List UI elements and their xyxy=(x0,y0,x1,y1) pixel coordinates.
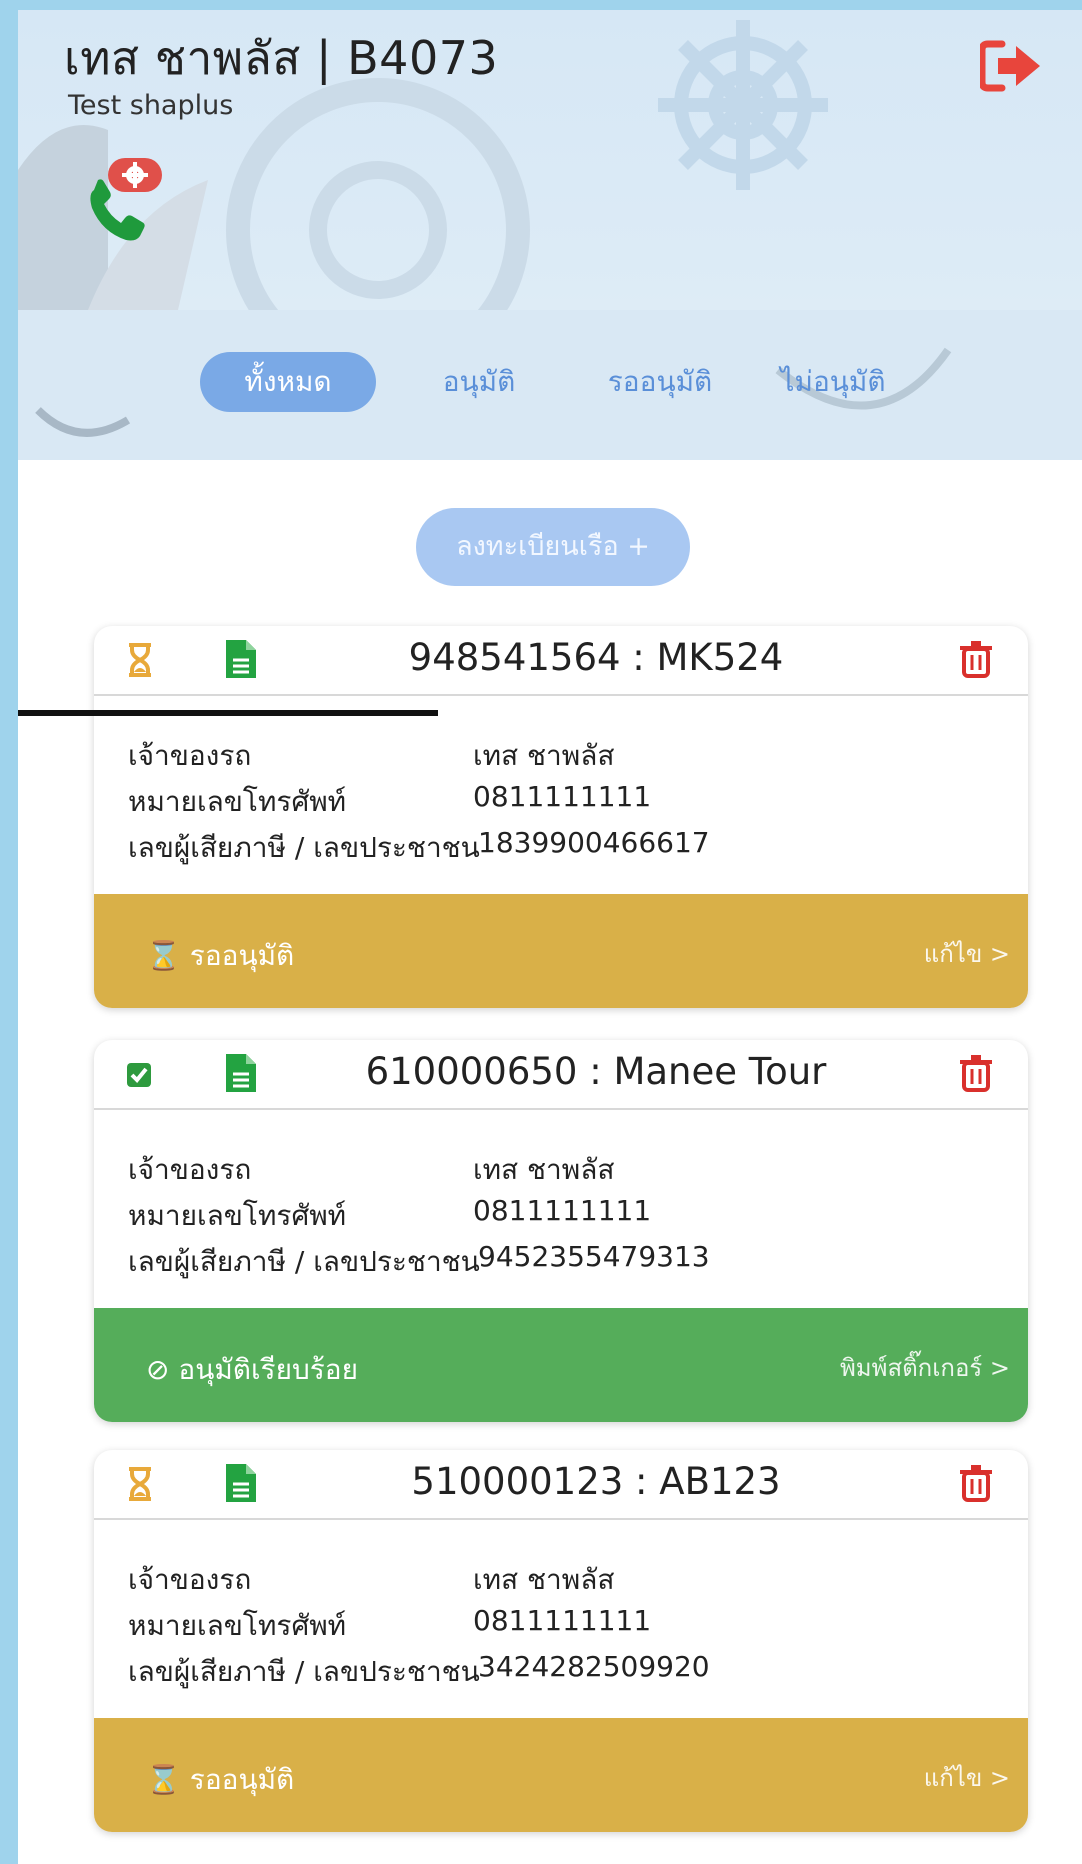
owner-label: เจ้าของรถ xyxy=(128,1563,252,1596)
hourglass-icon xyxy=(129,643,151,677)
status-label: รออนุมัติ xyxy=(189,939,295,972)
phone-value: 0811111111 xyxy=(473,1604,652,1637)
boat-card: 510000123 : AB123 เจ้าของรถ เทส ชาพลัส หม… xyxy=(94,1450,1028,1832)
boat-id: 610000650 : Manee Tour xyxy=(365,1050,827,1093)
status-pending: ⌛ รออนุมัติ xyxy=(146,1758,294,1802)
phone-label: หมายเลขโทรศัพท์ xyxy=(128,1609,347,1642)
hourglass-icon xyxy=(129,1467,151,1501)
card-header: 510000123 : AB123 xyxy=(94,1450,1028,1520)
owner-value: เทส ชาพลัส xyxy=(473,1153,615,1186)
filter-tabs: ทั้งหมด อนุมัติ รออนุมัติ ไม่อนุมัติ xyxy=(18,344,1082,414)
owner-value: เทส ชาพลัส xyxy=(473,739,615,772)
tab-approved[interactable]: อนุมัติ xyxy=(414,352,544,412)
tax-id-value: 1839900466617 xyxy=(478,826,710,859)
tab-rejected[interactable]: ไม่อนุมัติ xyxy=(758,352,908,412)
owner-value: เทส ชาพลัส xyxy=(473,1563,615,1596)
edit-link[interactable]: แก้ไข > xyxy=(924,1758,1010,1797)
phone-value: 0811111111 xyxy=(473,780,652,813)
boat-card: 610000650 : Manee Tour เจ้าของรถ เทส ชาพล… xyxy=(94,1040,1028,1422)
print-sticker-link[interactable]: พิมพ์สติ๊กเกอร์ > xyxy=(840,1348,1010,1387)
boat-id: 510000123 : AB123 xyxy=(411,1460,781,1503)
edit-link[interactable]: แก้ไข > xyxy=(924,934,1010,973)
status-label: อนุมัติเรียบร้อย xyxy=(178,1353,359,1386)
header-banner: เทส ชาพลัส | B4073 Test shaplus ทั้งหมด … xyxy=(18,10,1082,460)
check-circle-icon: ⊘ xyxy=(146,1353,170,1386)
checkbox-checked-icon xyxy=(127,1063,151,1087)
hourglass-icon: ⌛ xyxy=(146,1763,181,1796)
owner-label: เจ้าของรถ xyxy=(128,1153,252,1186)
page-subtitle: Test shaplus xyxy=(68,90,234,121)
register-boat-button[interactable]: ลงทะเบียนเรือ + xyxy=(416,508,690,586)
status-bar: ⊘ อนุมัติเรียบร้อย พิมพ์สติ๊กเกอร์ > xyxy=(94,1308,1028,1422)
status-approved: ⊘ อนุมัติเรียบร้อย xyxy=(146,1348,358,1392)
logout-icon[interactable] xyxy=(978,38,1042,94)
tax-id-label: เลขผู้เสียภาษี / เลขประชาชน xyxy=(128,1245,480,1278)
phone-value: 0811111111 xyxy=(473,1194,652,1227)
tax-id-value: 3424282509920 xyxy=(478,1650,710,1683)
tax-id-label: เลขผู้เสียภาษี / เลขประชาชน xyxy=(128,831,480,864)
gear-icon[interactable] xyxy=(108,158,162,192)
tab-pending[interactable]: รออนุมัติ xyxy=(580,352,740,412)
document-icon[interactable] xyxy=(224,1052,258,1094)
status-label: รออนุมัติ xyxy=(189,1763,295,1796)
tab-all[interactable]: ทั้งหมด xyxy=(200,352,376,412)
boat-card: 948541564 : MK524 เจ้าของรถ เทส ชาพลัส หม… xyxy=(94,626,1028,1008)
window-frame: เทส ชาพลัส | B4073 Test shaplus ทั้งหมด … xyxy=(0,0,1082,1864)
app-screen: เทส ชาพลัส | B4073 Test shaplus ทั้งหมด … xyxy=(18,10,1082,1864)
status-bar: ⌛ รออนุมัติ แก้ไข > xyxy=(94,1718,1028,1832)
owner-label: เจ้าของรถ xyxy=(128,739,252,772)
hourglass-icon: ⌛ xyxy=(146,939,181,972)
overlay-line xyxy=(18,710,438,716)
tax-id-value: 9452355479313 xyxy=(478,1240,710,1273)
trash-icon[interactable] xyxy=(960,1464,992,1502)
document-icon[interactable] xyxy=(224,1462,258,1504)
page-title: เทส ชาพลัส | B4073 xyxy=(64,31,499,85)
boat-id: 948541564 : MK524 xyxy=(408,636,784,679)
trash-icon[interactable] xyxy=(960,640,992,678)
card-header: 948541564 : MK524 xyxy=(94,626,1028,696)
status-pending: ⌛ รออนุมัติ xyxy=(146,934,294,978)
phone-label: หมายเลขโทรศัพท์ xyxy=(128,1199,347,1232)
document-icon[interactable] xyxy=(224,638,258,680)
status-bar: ⌛ รออนุมัติ แก้ไข > xyxy=(94,894,1028,1008)
tax-id-label: เลขผู้เสียภาษี / เลขประชาชน xyxy=(128,1655,480,1688)
card-header: 610000650 : Manee Tour xyxy=(94,1040,1028,1110)
trash-icon[interactable] xyxy=(960,1054,992,1092)
phone-label: หมายเลขโทรศัพท์ xyxy=(128,785,347,818)
